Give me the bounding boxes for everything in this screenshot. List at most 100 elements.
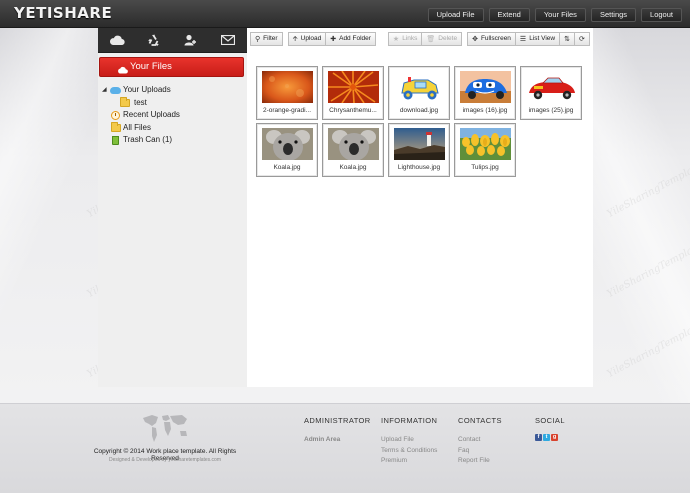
footer-link-contact[interactable]: Contact — [458, 435, 502, 446]
file-item[interactable]: Lighthouse.jpg — [388, 123, 450, 177]
nav-extend[interactable]: Extend — [488, 8, 530, 22]
tree-item-trash-can[interactable]: Trash Can (1) — [102, 134, 242, 147]
file-item[interactable]: Koala.jpg — [256, 123, 318, 177]
tree-label: Recent Uploads — [123, 110, 180, 120]
file-name: images (16).jpg — [462, 107, 508, 114]
file-browser-panel: ⚲ Filter 🡩 Upload ✚ Add Folder ★ Links 🗑… — [247, 28, 593, 387]
social-icons: f t g — [535, 434, 565, 441]
google-plus-icon[interactable]: g — [551, 434, 558, 441]
nav-settings[interactable]: Settings — [590, 8, 637, 22]
search-icon: ⚲ — [255, 35, 261, 43]
star-icon: ★ — [392, 35, 400, 43]
file-name: Tulips.jpg — [471, 164, 499, 171]
footer-link-upload-file[interactable]: Upload File — [381, 435, 437, 446]
delete-label: Delete — [438, 35, 458, 42]
footer-link-terms[interactable]: Terms & Conditions — [381, 446, 437, 457]
plus-icon: ✚ — [330, 35, 337, 43]
tree-item-all-files[interactable]: All Files — [102, 121, 242, 135]
file-name: Koala.jpg — [339, 164, 367, 171]
top-header: YETISHARE Upload File Extend Your Files … — [0, 0, 690, 28]
footer-heading: CONTACTS — [458, 416, 502, 425]
file-thumbnail — [394, 71, 445, 103]
sort-button[interactable]: ⇅ — [560, 32, 575, 46]
file-name: 2-orange-gradi... — [262, 107, 312, 114]
footer-heading: INFORMATION — [381, 416, 438, 425]
file-thumbnail — [394, 128, 445, 160]
facebook-icon[interactable]: f — [535, 434, 542, 441]
trash-icon: 🗑 — [426, 35, 436, 43]
folder-icon — [119, 96, 130, 108]
file-thumbnail — [460, 71, 511, 103]
users-icon[interactable] — [173, 28, 210, 52]
nav-logout[interactable]: Logout — [641, 8, 682, 22]
site-logo[interactable]: YETISHARE — [14, 4, 112, 22]
filter-label: Filter — [263, 35, 278, 42]
delete-button[interactable]: 🗑 Delete — [422, 32, 463, 46]
tree-label: Trash Can (1) — [123, 135, 173, 145]
file-thumbnail — [328, 128, 379, 160]
sidebar-icon-bar — [98, 28, 247, 53]
footer-heading: ADMINISTRATOR — [304, 416, 371, 425]
tree-item-recent-uploads[interactable]: Recent Uploads — [102, 109, 242, 122]
page-footer: Copyright © 2014 Work place template. Al… — [0, 403, 690, 493]
tree-item-test[interactable]: test — [102, 96, 242, 110]
sort-icon: ⇅ — [564, 35, 570, 43]
fullscreen-button[interactable]: ✥ Fullscreen — [467, 32, 516, 46]
cloud-icon[interactable] — [98, 28, 135, 52]
file-item[interactable]: images (25).jpg — [520, 66, 582, 120]
tree-label: All Files — [123, 122, 152, 132]
file-thumbnail — [328, 71, 379, 103]
file-thumbnail — [526, 71, 577, 103]
recycle-icon[interactable] — [135, 28, 172, 52]
file-name: Lighthouse.jpg — [397, 164, 441, 171]
tree-item-your-uploads[interactable]: ◢ Your Uploads — [102, 84, 242, 97]
your-files-label: Your Files — [130, 61, 172, 72]
list-icon: ☰ — [519, 35, 527, 43]
footer-col-contacts: CONTACTS Contact Faq Report File — [458, 416, 502, 467]
file-thumbnail — [460, 128, 511, 160]
file-thumbnail — [262, 128, 313, 160]
file-item[interactable]: Tulips.jpg — [454, 123, 516, 177]
refresh-icon: ⟳ — [578, 35, 585, 43]
links-button[interactable]: ★ Links — [387, 32, 423, 46]
envelope-icon[interactable] — [210, 28, 247, 52]
footer-link-report-file[interactable]: Report File — [458, 456, 502, 467]
nav-upload-file[interactable]: Upload File — [427, 8, 484, 22]
nav-your-files[interactable]: Your Files — [534, 8, 586, 22]
links-label: Links — [402, 35, 418, 42]
upload-button[interactable]: 🡩 Upload — [287, 32, 327, 46]
file-name: Chrysanthemu... — [329, 107, 377, 114]
clock-icon — [110, 110, 121, 120]
filter-button[interactable]: ⚲ Filter — [250, 32, 283, 46]
your-files-button[interactable]: Your Files — [99, 57, 244, 77]
footer-col-administrator: ADMINISTRATOR Admin Area — [304, 416, 371, 446]
file-item[interactable]: images (16).jpg — [454, 66, 516, 120]
file-item[interactable]: Chrysanthemu... — [322, 66, 384, 120]
file-item[interactable]: Koala.jpg — [322, 123, 384, 177]
top-nav: Upload File Extend Your Files Settings L… — [427, 8, 682, 22]
cloud-folder-icon — [110, 85, 121, 95]
file-item[interactable]: download.jpg — [388, 66, 450, 120]
tree-label: Your Uploads — [123, 85, 171, 95]
cloud-icon — [117, 63, 128, 81]
folder-icon — [110, 121, 121, 133]
file-item[interactable]: 2-orange-gradi... — [256, 66, 318, 120]
file-toolbar: ⚲ Filter 🡩 Upload ✚ Add Folder ★ Links 🗑… — [250, 32, 595, 46]
tree-label: test — [134, 97, 147, 107]
sidebar: Your Files ◢ Your Uploads test Recent Up… — [98, 28, 247, 387]
file-name: images (25).jpg — [528, 107, 574, 114]
list-view-button[interactable]: ☰ List View — [515, 32, 561, 46]
add-folder-button[interactable]: ✚ Add Folder — [326, 32, 376, 46]
add-folder-label: Add Folder — [339, 35, 371, 42]
twitter-icon[interactable]: t — [543, 434, 550, 441]
file-thumbnail — [262, 71, 313, 103]
footer-link-admin-area[interactable]: Admin Area — [304, 435, 371, 446]
footer-link-faq[interactable]: Faq — [458, 446, 502, 457]
collapse-triangle-icon[interactable]: ◢ — [102, 84, 109, 96]
refresh-button[interactable]: ⟳ — [574, 32, 590, 46]
trash-icon — [110, 135, 121, 145]
folder-tree: ◢ Your Uploads test Recent Uploads All F… — [102, 84, 242, 147]
footer-link-premium[interactable]: Premium — [381, 456, 437, 467]
arrow-up-icon: 🡩 — [292, 35, 298, 43]
upload-label: Upload — [300, 35, 322, 42]
